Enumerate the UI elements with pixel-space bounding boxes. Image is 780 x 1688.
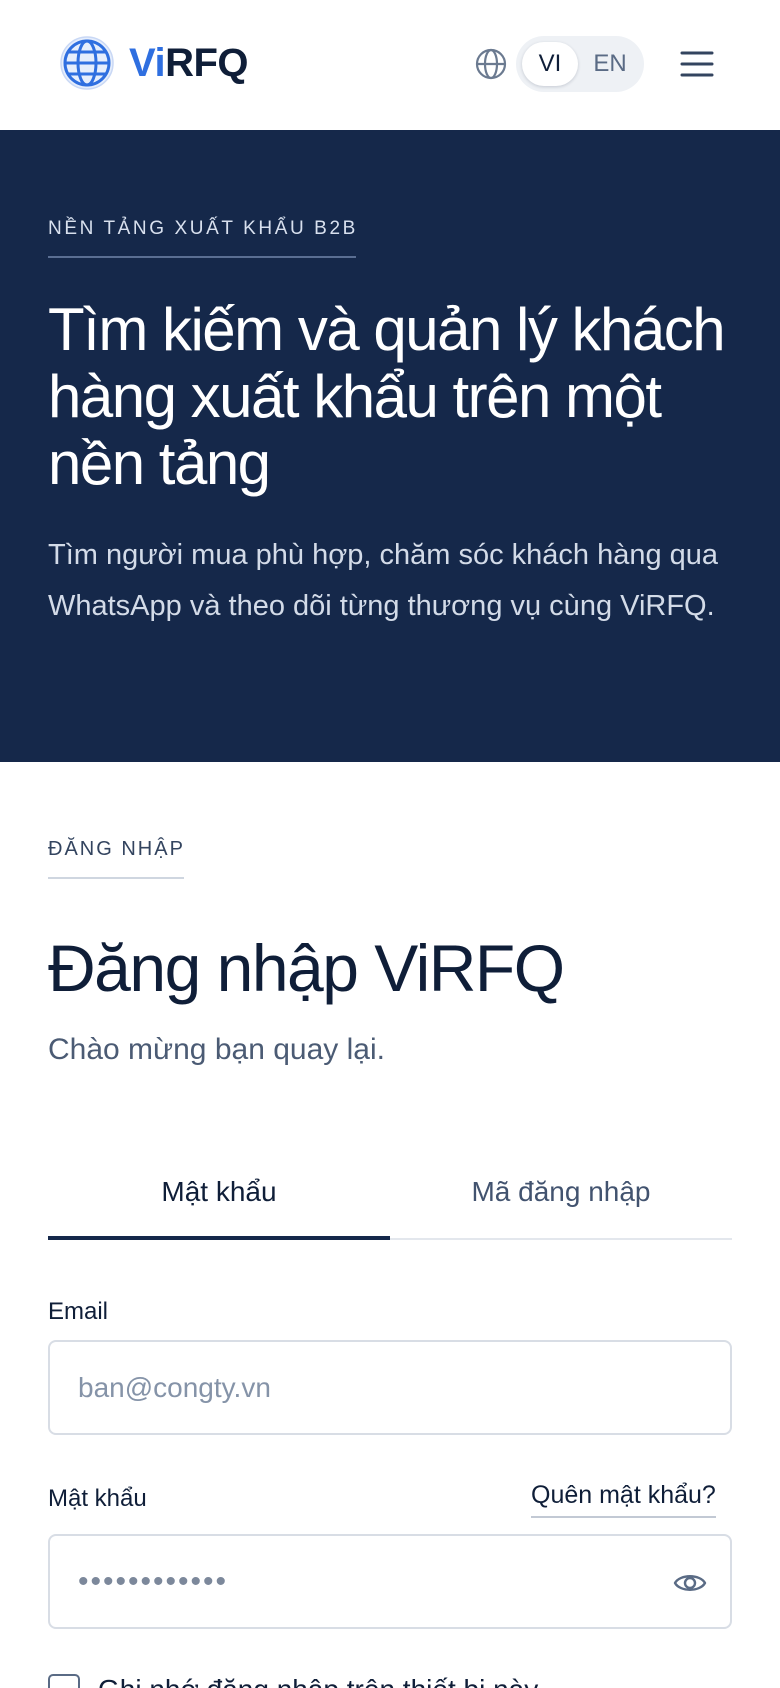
login-subtitle: Chào mừng bạn quay lại. [48, 1033, 385, 1066]
globe-icon[interactable] [474, 47, 508, 81]
remember-me-label: Ghi nhớ đăng nhập trên thiết bị này [98, 1674, 538, 1688]
tab-login-code[interactable]: Mã đăng nhập [390, 1166, 732, 1240]
hero-title: Tìm kiếm và quản lý khách hàng xuất khẩu… [48, 296, 726, 497]
login-title: Đăng nhập ViRFQ [48, 931, 565, 1005]
password-field[interactable]: •••••••••••• [48, 1534, 732, 1629]
hamburger-menu-icon[interactable] [680, 47, 714, 81]
password-masked-value: •••••••••••• [78, 1565, 229, 1598]
hero-subtitle: Tìm người mua phù hợp, chăm sóc khách hà… [48, 539, 719, 622]
language-toggle: VI EN [516, 36, 644, 92]
hero-eyebrow: NỀN TẢNG XUẤT KHẨU B2B [48, 218, 358, 239]
globe-logo-icon [60, 36, 114, 90]
email-label: Email [48, 1298, 109, 1325]
hero-eyebrow-underline [48, 256, 356, 258]
forgot-password-link[interactable]: Quên mật khẩu? [531, 1481, 716, 1518]
virfq-logo[interactable]: ViRFQ [59, 35, 249, 91]
hero-banner: NỀN TẢNG XUẤT KHẨU B2B Tìm kiếm và quản … [0, 130, 780, 762]
eye-icon[interactable] [672, 1565, 708, 1601]
login-method-tabs: Mật khẩu Mã đăng nhập [48, 1166, 732, 1240]
logo-text: ViRFQ [129, 40, 249, 85]
top-header: ViRFQ VI EN [0, 0, 780, 130]
lang-option-vi[interactable]: VI [522, 42, 578, 86]
lang-option-en[interactable]: EN [582, 42, 638, 86]
password-label: Mật khẩu [48, 1485, 147, 1512]
tab-password[interactable]: Mật khẩu [48, 1166, 390, 1240]
login-eyebrow-underline [48, 877, 184, 879]
remember-me-row[interactable]: Ghi nhớ đăng nhập trên thiết bị này [48, 1674, 538, 1688]
remember-me-checkbox[interactable] [48, 1674, 80, 1688]
login-eyebrow: ĐĂNG NHẬP [48, 838, 185, 860]
email-field[interactable] [48, 1340, 732, 1435]
